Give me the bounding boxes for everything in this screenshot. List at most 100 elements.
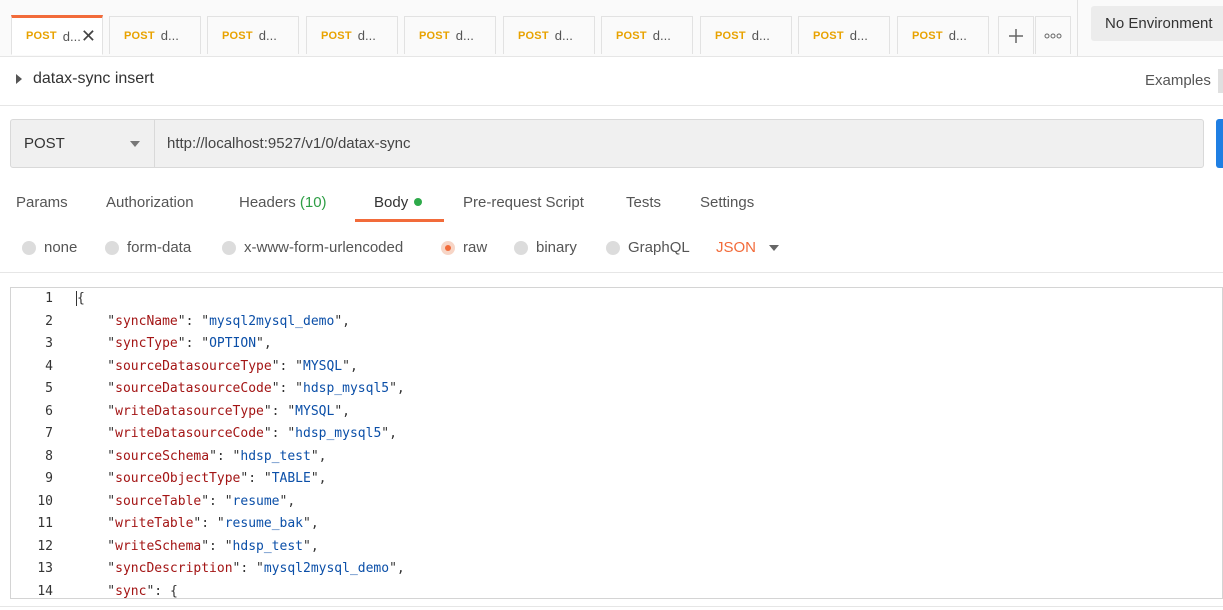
json-key: sourceSchema (115, 448, 210, 464)
url-input[interactable]: http://localhost:9527/v1/0/datax-sync (154, 119, 1204, 168)
line-number: 6 (45, 403, 53, 419)
tab-headers[interactable]: Headers (10) (239, 194, 327, 211)
tab-authorization[interactable]: Authorization (106, 194, 194, 211)
tab-params[interactable]: Params (16, 194, 68, 211)
radio-form-data[interactable]: form-data (105, 239, 191, 256)
code-line: "sourceSchema": "hdsp_test", (76, 448, 327, 464)
tab-settings[interactable]: Settings (700, 194, 754, 211)
radio-none[interactable]: none (22, 239, 77, 256)
code-line: "sourceDatasourceCode": "hdsp_mysql5", (76, 381, 405, 396)
json-value: resume (232, 493, 280, 509)
tab-tests[interactable]: Tests (626, 194, 661, 211)
json-key: sourceDatasourceCode (115, 381, 272, 396)
headers-count: (10) (299, 194, 327, 211)
radio-circle (22, 240, 36, 255)
request-tab[interactable]: POST d... (109, 16, 201, 54)
request-tab[interactable]: POST d... (897, 16, 989, 54)
tab-body[interactable]: Body (374, 194, 423, 211)
line-number: 3 (45, 336, 53, 351)
code-editor[interactable]: 1 2 3 4 5 6 7 8 9 10 11 12 13 14 { "syncName": "mysql… (10, 287, 1223, 599)
json-open-brace: { (169, 583, 178, 599)
request-tab[interactable]: POST d... (306, 16, 398, 54)
json-value: hdsp_test (240, 448, 311, 464)
chevron-down-icon[interactable] (769, 245, 779, 251)
tab-method: POST (321, 29, 352, 42)
radio-binary[interactable]: binary (514, 239, 577, 256)
tab-name: d... (160, 28, 179, 43)
line-number: 5 (45, 381, 53, 396)
line-number: 8 (45, 448, 53, 464)
radio-label: form-data (127, 239, 192, 256)
code-line: "writeDatasourceCode": "hdsp_mysql5", (76, 426, 397, 441)
tab-name: d... (554, 28, 573, 43)
tab-method: POST (222, 29, 253, 42)
method-value: POST (24, 135, 65, 152)
request-tab[interactable]: POST d... (601, 16, 693, 54)
json-key: sourceTable (115, 493, 202, 509)
close-icon[interactable]: ✕ (81, 27, 96, 45)
json-value: OPTION (209, 336, 257, 351)
line-number: 13 (37, 561, 53, 576)
divider (0, 606, 1223, 607)
caret-right-icon[interactable] (16, 74, 22, 84)
send-button[interactable] (1216, 119, 1223, 168)
tab-name: d... (258, 28, 277, 43)
json-key: syncType (115, 336, 178, 351)
json-key: sourceDatasourceType (115, 358, 272, 374)
request-tab[interactable]: POST d... ✕ (11, 15, 103, 55)
json-key: writeSchema (115, 538, 202, 554)
examples-dropdown-edge[interactable] (1218, 69, 1223, 93)
plus-icon[interactable] (998, 16, 1034, 54)
radio-urlencoded[interactable]: x-www-form-urlencoded (222, 239, 403, 256)
line-number: 9 (45, 471, 53, 486)
code-line: { (76, 291, 85, 306)
radio-label: raw (463, 239, 488, 256)
tab-method: POST (518, 29, 549, 42)
divider (1077, 0, 1078, 56)
radio-circle (514, 240, 528, 255)
tab-name: d... (652, 28, 671, 43)
tab-name: d... (357, 28, 376, 43)
tab-pre-request-script[interactable]: Pre-request Script (463, 194, 584, 211)
code-line: "writeDatasourceType": "MYSQL", (76, 403, 350, 419)
radio-label: x-www-form-urlencoded (244, 239, 404, 256)
line-number: 14 (37, 583, 53, 599)
format-select[interactable]: JSON (716, 239, 756, 256)
tab-name: d... (455, 28, 474, 43)
tab-method: POST (124, 29, 155, 42)
json-value: hdsp_test (232, 538, 303, 554)
request-title-bar: datax-sync insert Examples (0, 57, 1223, 106)
method-select[interactable]: POST (10, 119, 155, 168)
line-number: 2 (45, 313, 53, 329)
line-number: 4 (45, 358, 53, 374)
radio-label: GraphQL (628, 239, 690, 256)
code-line: "syncType": "OPTION", (76, 336, 272, 351)
tab-name: d... (948, 28, 967, 43)
request-tab[interactable]: POST d... (700, 16, 792, 54)
tab-headers-label: Headers (239, 194, 296, 211)
more-icon[interactable] (1035, 16, 1071, 54)
line-number: 10 (37, 493, 53, 509)
radio-circle (606, 240, 620, 255)
json-key: writeDatasourceCode (115, 426, 264, 441)
request-tab[interactable]: POST d... (798, 16, 890, 54)
json-key: sync (115, 583, 147, 599)
line-number: 11 (37, 516, 53, 531)
code-line: "sync": { (76, 583, 178, 599)
request-tab[interactable]: POST d... (404, 16, 496, 54)
environment-selector[interactable]: No Environment (1091, 6, 1223, 41)
json-value: mysql2mysql_demo (209, 313, 335, 329)
line-number: 12 (37, 538, 53, 554)
radio-raw[interactable]: raw (441, 239, 487, 256)
radio-graphql[interactable]: GraphQL (606, 239, 690, 256)
code-text: { (76, 291, 85, 306)
code-line: "writeTable": "resume_bak", (76, 516, 319, 531)
examples-button[interactable]: Examples (1145, 72, 1211, 89)
code-line: "sourceObjectType": "TABLE", (76, 471, 327, 486)
request-tab[interactable]: POST d... (503, 16, 595, 54)
json-value: hdsp_mysql5 (303, 381, 390, 396)
request-tab[interactable]: POST d... (207, 16, 299, 54)
json-key: writeTable (115, 516, 194, 531)
request-title[interactable]: datax-sync insert (33, 70, 154, 88)
line-number: 1 (45, 291, 53, 306)
